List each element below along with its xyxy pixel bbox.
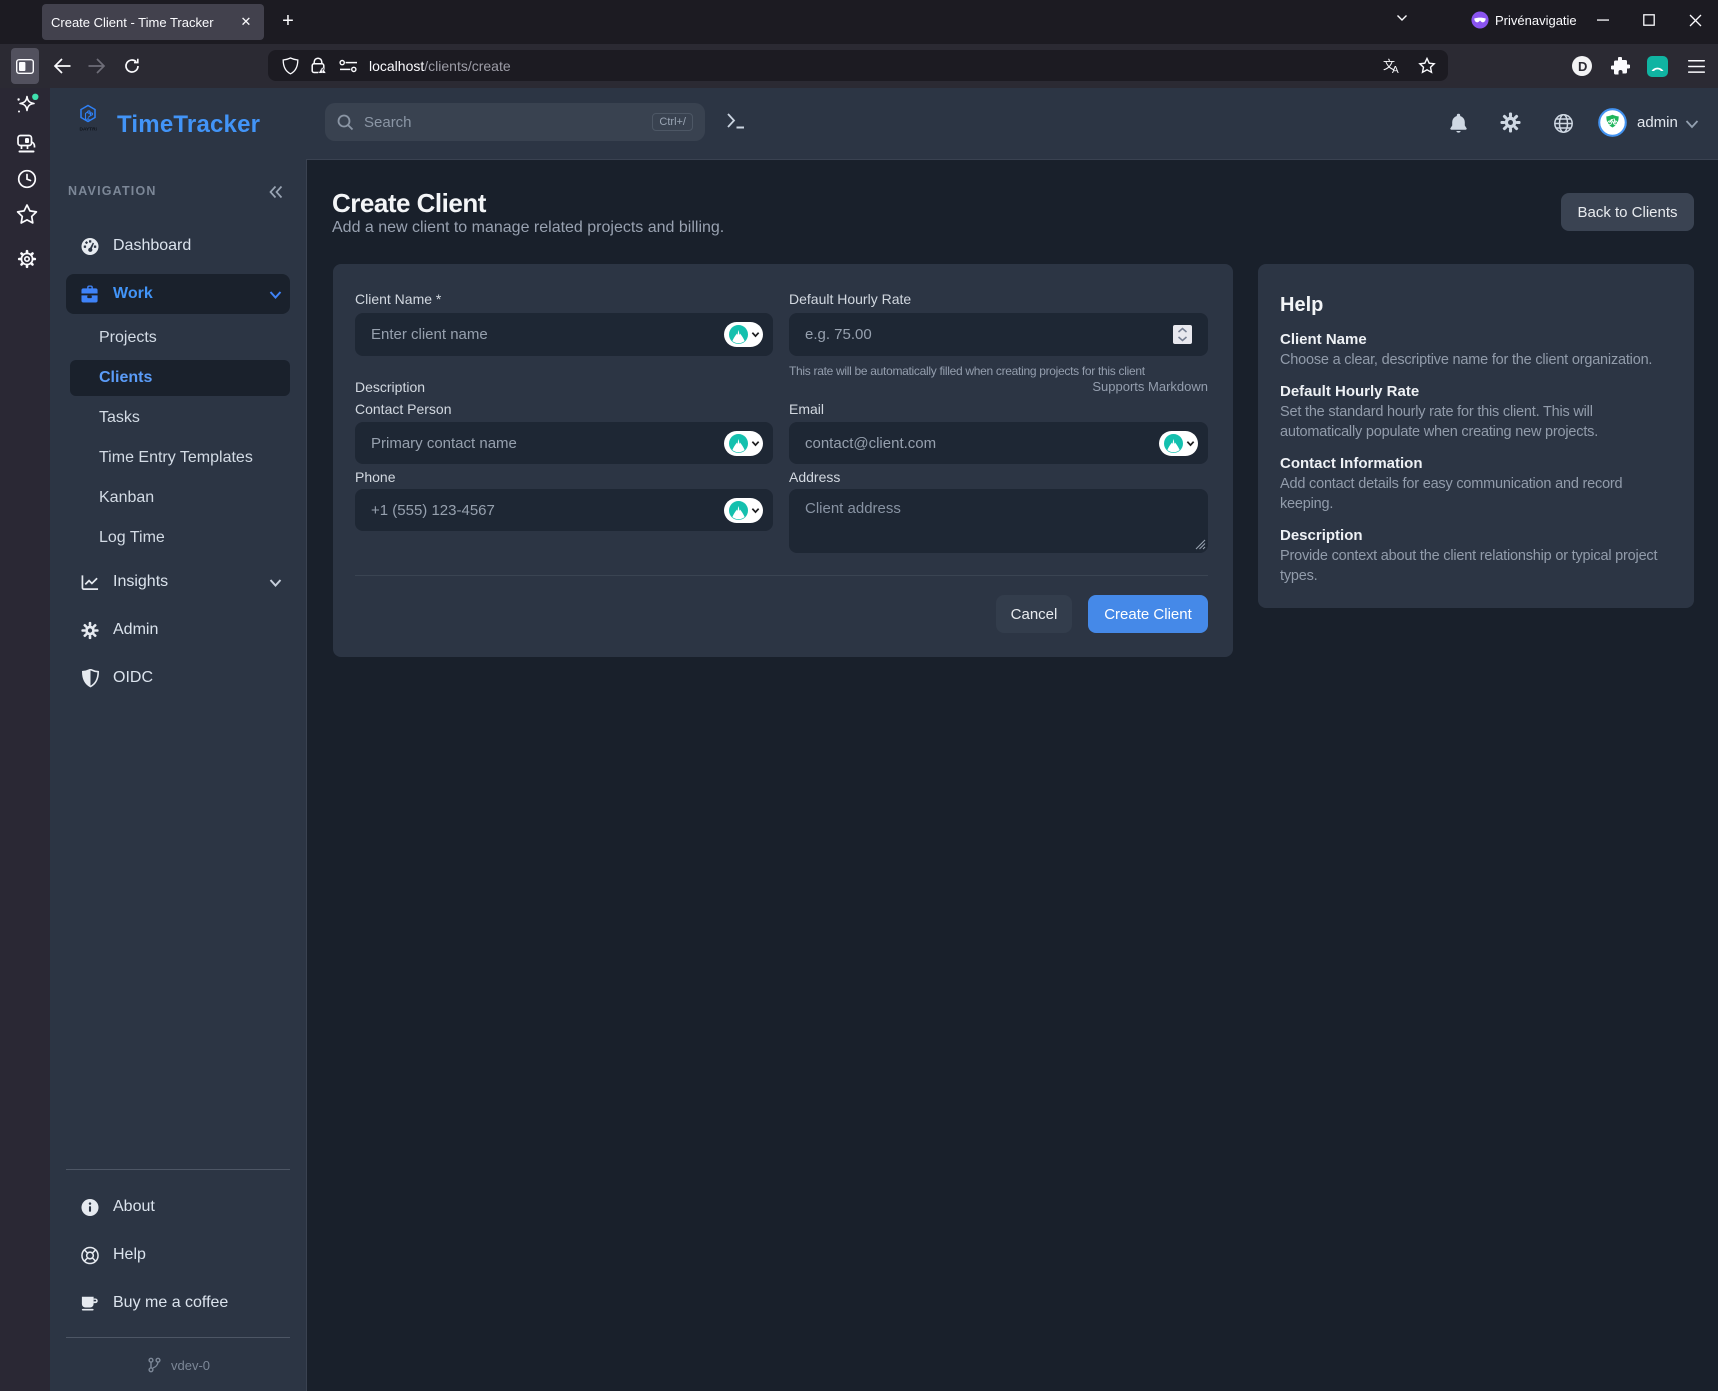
svg-text:D: D [1578,59,1587,74]
svg-text:A: A [1392,65,1399,74]
svg-text:DAYTRX: DAYTRX [80,127,98,133]
